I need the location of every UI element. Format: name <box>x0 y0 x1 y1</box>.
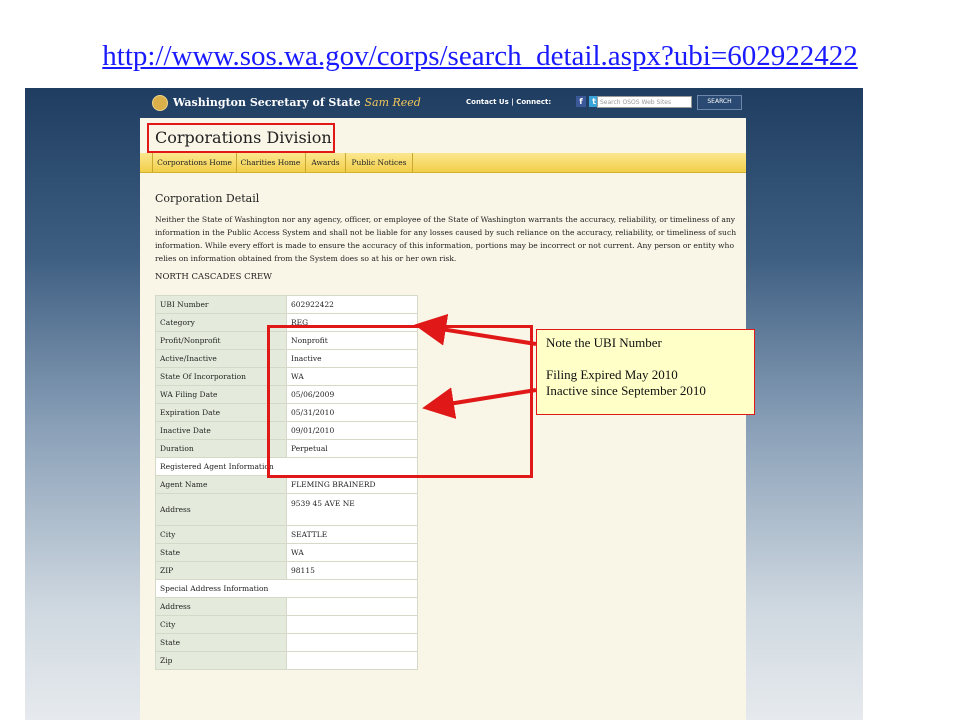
arrow-to-ubi-icon <box>414 313 537 346</box>
arrow-to-dates-icon <box>422 387 537 419</box>
annotation-arrows <box>414 313 537 419</box>
